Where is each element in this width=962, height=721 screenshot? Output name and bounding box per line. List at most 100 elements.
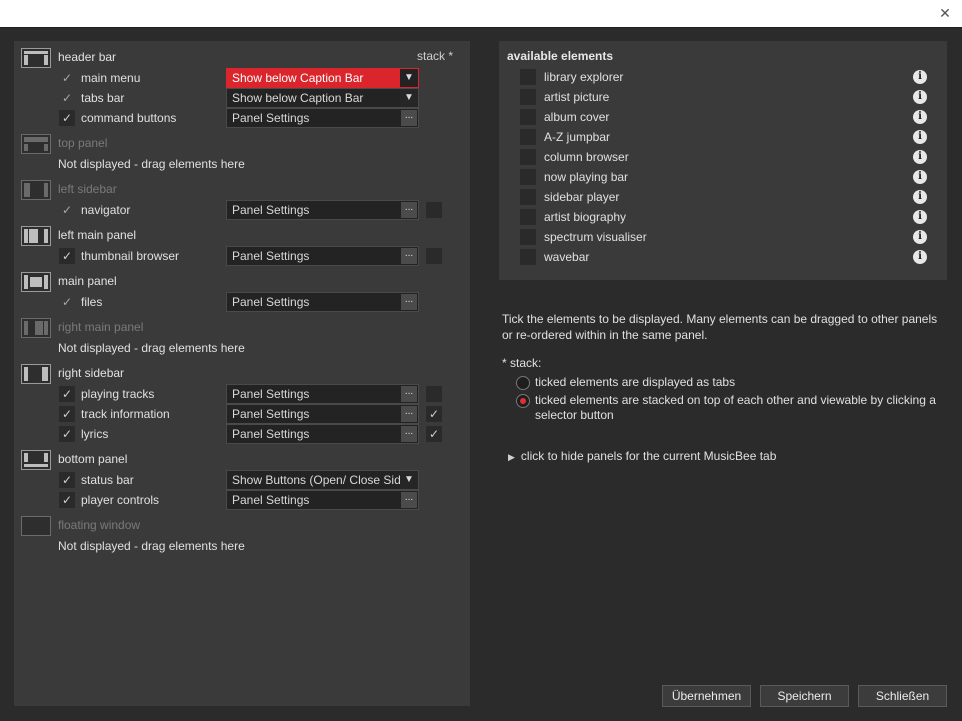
playing-tracks-settings[interactable]: Panel Settings ... <box>226 384 419 404</box>
chevron-down-icon[interactable]: ▼ <box>400 69 418 87</box>
available-item-label: sidebar player <box>544 190 620 204</box>
tabs-bar-dropdown[interactable]: Show below Caption Bar ▼ <box>226 88 419 108</box>
available-item-checkbox[interactable] <box>520 189 536 205</box>
available-item-checkbox[interactable] <box>520 229 536 245</box>
available-item-checkbox[interactable] <box>520 109 536 125</box>
navigator-stack-checkbox[interactable] <box>426 202 442 218</box>
save-button[interactable]: Speichern <box>760 685 849 707</box>
info-icon[interactable]: i <box>913 170 927 184</box>
thumbnail-browser-settings[interactable]: Panel Settings ... <box>226 246 419 266</box>
stacked-radio[interactable] <box>516 394 530 408</box>
player-controls-settings[interactable]: Panel Settings ... <box>226 490 419 510</box>
available-item[interactable]: artist picture i <box>499 87 947 107</box>
section-label: main panel <box>58 274 117 288</box>
title-bar: ✕ <box>0 0 962 27</box>
left-main-panel-layout-icon <box>21 226 51 246</box>
tabs-radio[interactable] <box>516 376 530 390</box>
navigator-checkbox[interactable]: ✓ <box>59 202 75 218</box>
info-icon[interactable]: i <box>913 90 927 104</box>
radio-label: ticked elements are stacked on top of ea… <box>535 393 936 422</box>
available-item[interactable]: spectrum visualiser i <box>499 227 947 247</box>
dropdown-value: Show below Caption Bar <box>232 71 364 85</box>
chevron-down-icon[interactable]: ▼ <box>400 89 418 107</box>
player-controls-checkbox[interactable]: ✓ <box>59 492 75 508</box>
available-item-checkbox[interactable] <box>520 169 536 185</box>
section-label: left sidebar <box>58 182 117 196</box>
more-icon[interactable]: ... <box>401 110 417 126</box>
more-icon[interactable]: ... <box>401 426 417 442</box>
more-icon[interactable]: ... <box>401 492 417 508</box>
element-label: thumbnail browser <box>81 249 180 263</box>
available-item[interactable]: library explorer i <box>499 67 947 87</box>
main-menu-checkbox[interactable]: ✓ <box>59 70 75 86</box>
layout-panel: stack * header bar ✓ main menu Show belo… <box>14 41 470 706</box>
info-icon[interactable]: i <box>913 130 927 144</box>
tabs-bar-checkbox[interactable]: ✓ <box>59 90 75 106</box>
close-icon[interactable]: ✕ <box>938 6 952 20</box>
available-item-checkbox[interactable] <box>520 89 536 105</box>
status-bar-dropdown[interactable]: Show Buttons (Open/ Close Side ▼ <box>226 470 419 490</box>
playing-tracks-stack-checkbox[interactable] <box>426 386 442 402</box>
right-main-panel-layout-icon <box>21 318 51 338</box>
thumbnail-browser-stack-checkbox[interactable] <box>426 248 442 264</box>
more-icon[interactable]: ... <box>401 294 417 310</box>
available-item-label: A-Z jumpbar <box>544 130 611 144</box>
dialog-body: stack * header bar ✓ main menu Show belo… <box>0 27 962 721</box>
info-icon[interactable]: i <box>913 150 927 164</box>
more-icon[interactable]: ... <box>401 202 417 218</box>
available-item[interactable]: now playing bar i <box>499 167 947 187</box>
available-item[interactable]: artist biography i <box>499 207 947 227</box>
available-elements-title: available elements <box>507 49 614 63</box>
track-information-checkbox[interactable]: ✓ <box>59 406 75 422</box>
files-settings[interactable]: Panel Settings ... <box>226 292 419 312</box>
hide-panels-toggle[interactable]: ▶ click to hide panels for the current Mu… <box>508 449 776 463</box>
files-checkbox[interactable]: ✓ <box>59 294 75 310</box>
more-icon[interactable]: ... <box>401 248 417 264</box>
available-item[interactable]: A-Z jumpbar i <box>499 127 947 147</box>
main-menu-dropdown[interactable]: Show below Caption Bar ▼ <box>226 68 419 88</box>
info-icon[interactable]: i <box>913 250 927 264</box>
available-item-label: wavebar <box>544 250 590 264</box>
lyrics-settings[interactable]: Panel Settings ... <box>226 424 419 444</box>
more-icon[interactable]: ... <box>401 406 417 422</box>
info-icon[interactable]: i <box>913 110 927 124</box>
available-item-checkbox[interactable] <box>520 129 536 145</box>
available-item-checkbox[interactable] <box>520 149 536 165</box>
playing-tracks-checkbox[interactable]: ✓ <box>59 386 75 402</box>
section-right-sidebar: right sidebar <box>14 363 470 385</box>
navigator-settings[interactable]: Panel Settings ... <box>226 200 419 220</box>
thumbnail-browser-checkbox[interactable]: ✓ <box>59 248 75 264</box>
element-row-lyrics: ✓ lyrics Panel Settings ... ✓ <box>14 424 470 444</box>
dropdown-value: Panel Settings <box>232 249 310 263</box>
lyrics-checkbox[interactable]: ✓ <box>59 426 75 442</box>
available-item[interactable]: wavebar i <box>499 247 947 267</box>
info-icon[interactable]: i <box>913 230 927 244</box>
element-label: status bar <box>81 473 134 487</box>
close-button[interactable]: Schließen <box>858 685 947 707</box>
available-item-checkbox[interactable] <box>520 249 536 265</box>
lyrics-stack-checkbox[interactable]: ✓ <box>426 426 442 442</box>
available-item-checkbox[interactable] <box>520 209 536 225</box>
available-item[interactable]: album cover i <box>499 107 947 127</box>
element-row-navigator: ✓ navigator Panel Settings ... <box>14 200 470 220</box>
top-panel-layout-icon <box>21 134 51 154</box>
track-information-settings[interactable]: Panel Settings ... <box>226 404 419 424</box>
element-label: command buttons <box>81 111 177 125</box>
apply-button[interactable]: Übernehmen <box>662 685 751 707</box>
command-buttons-checkbox[interactable]: ✓ <box>59 110 75 126</box>
available-item[interactable]: column browser i <box>499 147 947 167</box>
info-icon[interactable]: i <box>913 210 927 224</box>
element-row-playing-tracks: ✓ playing tracks Panel Settings ... <box>14 384 470 404</box>
command-buttons-settings[interactable]: Panel Settings ... <box>226 108 419 128</box>
info-icon[interactable]: i <box>913 70 927 84</box>
element-label: player controls <box>81 493 160 507</box>
available-item-checkbox[interactable] <box>520 69 536 85</box>
element-label: track information <box>81 407 170 421</box>
status-bar-checkbox[interactable]: ✓ <box>59 472 75 488</box>
track-information-stack-checkbox[interactable]: ✓ <box>426 406 442 422</box>
element-row-files: ✓ files Panel Settings ... <box>14 292 470 312</box>
available-item[interactable]: sidebar player i <box>499 187 947 207</box>
chevron-down-icon[interactable]: ▼ <box>400 471 418 489</box>
more-icon[interactable]: ... <box>401 386 417 402</box>
info-icon[interactable]: i <box>913 190 927 204</box>
